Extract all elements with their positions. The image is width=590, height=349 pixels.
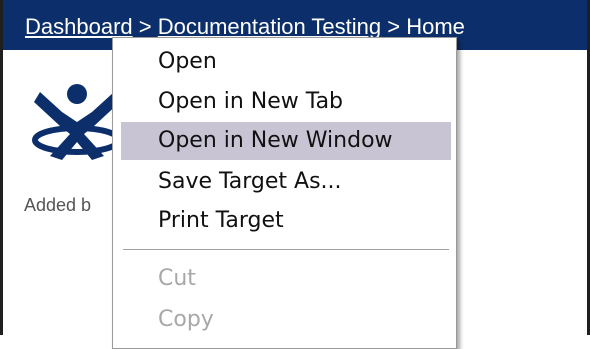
breadcrumb-separator: > [387,14,407,39]
breadcrumb-dashboard-link[interactable]: Dashboard [25,14,133,39]
menu-separator [123,249,449,251]
menu-item-open-in-new-tab[interactable]: Open in New Tab [121,83,451,121]
context-menu: Open Open in New Tab Open in New Window … [112,37,457,349]
menu-item-open-in-new-window[interactable]: Open in New Window [121,122,451,160]
added-by-text: Added b [24,195,92,215]
menu-item-open[interactable]: Open [121,43,451,81]
breadcrumb-documentation-testing-link[interactable]: Documentation Testing [158,14,381,39]
menu-item-print-target[interactable]: Print Target [121,202,451,240]
breadcrumb-current-page: Home [406,14,465,39]
menu-item-cut: Cut [158,266,196,291]
breadcrumb-separator: > [138,14,158,39]
menu-item-copy: Copy [158,307,214,332]
menu-item-save-target-as[interactable]: Save Target As... [121,163,451,201]
x-figure-logo-icon [32,84,122,160]
